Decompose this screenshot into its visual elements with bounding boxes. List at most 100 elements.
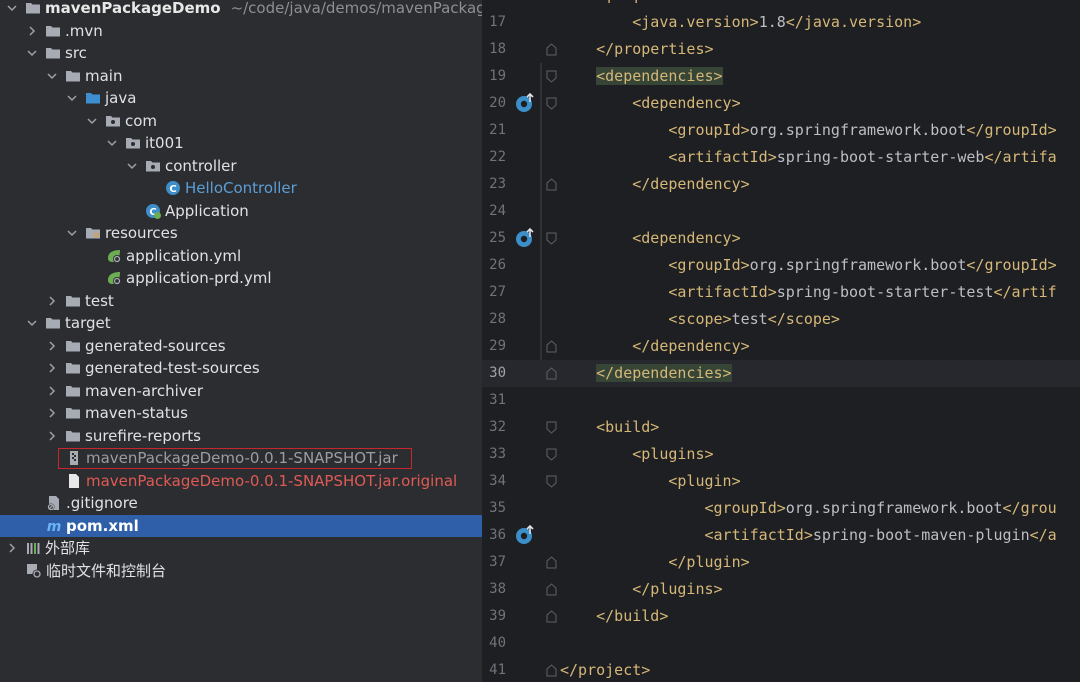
code-editor[interactable]: 17 <java.version>1.8</java.version> 18 </… bbox=[482, 0, 1080, 682]
tree-row-application-yml[interactable]: application.yml bbox=[0, 245, 482, 268]
code-text[interactable]: </dependencies> bbox=[560, 360, 732, 387]
code-line[interactable]: 21 <groupId>org.springframework.boot</gr… bbox=[482, 117, 1080, 144]
tree-row-test[interactable]: test bbox=[0, 290, 482, 313]
chevron-right-icon[interactable] bbox=[46, 385, 58, 397]
code-line[interactable]: 20 <dependency> bbox=[482, 90, 1080, 117]
code-text[interactable]: <groupId>org.springframework.boot</group… bbox=[560, 252, 1056, 279]
code-text[interactable]: <artifactId>spring-boot-maven-plugin</a bbox=[560, 522, 1057, 549]
tree-row-generated-test-sources[interactable]: generated-test-sources bbox=[0, 357, 482, 380]
code-text[interactable]: <plugins> bbox=[560, 441, 713, 468]
code-line[interactable]: 34 <plugin> bbox=[482, 468, 1080, 495]
code-line[interactable]: 37 </plugin> bbox=[482, 549, 1080, 576]
code-text[interactable]: <groupId>org.springframework.boot</group… bbox=[560, 117, 1056, 144]
code-line[interactable]: 41 </project> bbox=[482, 657, 1080, 682]
fold-marker-icon[interactable] bbox=[546, 556, 557, 569]
fold-marker-icon[interactable] bbox=[546, 178, 557, 191]
tree-row-snapshot-jar-original[interactable]: mavenPackageDemo-0.0.1-SNAPSHOT.jar.orig… bbox=[0, 470, 482, 493]
code-line[interactable]: 36 <artifactId>spring-boot-maven-plugin<… bbox=[482, 522, 1080, 549]
fold-marker-icon[interactable] bbox=[546, 421, 557, 434]
fold-marker-icon[interactable] bbox=[546, 664, 557, 677]
code-line[interactable]: 35 <groupId>org.springframework.boot</gr… bbox=[482, 495, 1080, 522]
tree-row-surefire-reports[interactable]: surefire-reports bbox=[0, 425, 482, 448]
code-line[interactable]: 22 <artifactId>spring-boot-starter-web</… bbox=[482, 144, 1080, 171]
chevron-down-icon[interactable] bbox=[126, 160, 138, 172]
fold-marker-icon[interactable] bbox=[546, 583, 557, 596]
code-text[interactable]: </plugins> bbox=[560, 576, 722, 603]
code-line[interactable]: 30 </dependencies> bbox=[482, 360, 1080, 387]
code-line[interactable]: 24 bbox=[482, 198, 1080, 225]
chevron-down-icon[interactable] bbox=[26, 317, 38, 329]
tree-row-pom[interactable]: m pom.xml bbox=[0, 514, 482, 537]
code-line[interactable]: 17 <java.version>1.8</java.version> bbox=[482, 9, 1080, 36]
chevron-right-icon[interactable] bbox=[6, 542, 18, 554]
code-line[interactable]: 33 <plugins> bbox=[482, 441, 1080, 468]
code-line[interactable]: 25 <dependency> bbox=[482, 225, 1080, 252]
code-text[interactable]: </properties> bbox=[560, 36, 713, 63]
tree-row-root[interactable]: mavenPackageDemo ~/code/java/demos/maven… bbox=[0, 0, 482, 20]
fold-marker-icon[interactable] bbox=[546, 448, 557, 461]
code-line[interactable]: 23 </dependency> bbox=[482, 171, 1080, 198]
tree-row-application-prd-yml[interactable]: application-prd.yml bbox=[0, 267, 482, 290]
code-text[interactable]: </dependency> bbox=[560, 171, 749, 198]
code-text[interactable]: <dependency> bbox=[560, 225, 740, 252]
chevron-down-icon[interactable] bbox=[86, 115, 98, 127]
code-text[interactable]: <dependencies> bbox=[560, 63, 723, 90]
tree-row-target[interactable]: target bbox=[0, 312, 482, 335]
code-line[interactable]: 28 <scope>test</scope> bbox=[482, 306, 1080, 333]
tree-row-maven-status[interactable]: maven-status bbox=[0, 402, 482, 425]
chevron-down-icon[interactable] bbox=[6, 2, 18, 14]
tree-row-java[interactable]: java bbox=[0, 87, 482, 110]
code-line[interactable]: 26 <groupId>org.springframework.boot</gr… bbox=[482, 252, 1080, 279]
tree-row-main[interactable]: main bbox=[0, 65, 482, 88]
code-text[interactable]: <artifactId>spring-boot-starter-test</ar… bbox=[560, 279, 1056, 306]
code-line[interactable]: 38 </plugins> bbox=[482, 576, 1080, 603]
code-line[interactable]: 39 </build> bbox=[482, 603, 1080, 630]
tree-row-resources[interactable]: resources bbox=[0, 222, 482, 245]
code-line[interactable]: 27 <artifactId>spring-boot-starter-test<… bbox=[482, 279, 1080, 306]
fold-marker-icon[interactable] bbox=[546, 70, 557, 83]
fold-marker-icon[interactable] bbox=[546, 232, 557, 245]
code-text[interactable]: <scope>test</scope> bbox=[560, 306, 840, 333]
code-text[interactable]: </build> bbox=[560, 603, 668, 630]
code-text[interactable]: <plugin> bbox=[560, 468, 740, 495]
chevron-right-icon[interactable] bbox=[46, 407, 58, 419]
code-text[interactable]: <artifactId>spring-boot-starter-web</art… bbox=[560, 144, 1056, 171]
tree-row-application[interactable]: C Application bbox=[0, 200, 482, 223]
override-gutter-icon[interactable] bbox=[514, 227, 536, 249]
fold-marker-icon[interactable] bbox=[546, 340, 557, 353]
fold-marker-icon[interactable] bbox=[546, 610, 557, 623]
tree-row-scratches[interactable]: 临时文件和控制台 bbox=[0, 560, 482, 583]
fold-marker-icon[interactable] bbox=[546, 475, 557, 488]
chevron-right-icon[interactable] bbox=[46, 430, 58, 442]
chevron-right-icon[interactable] bbox=[46, 362, 58, 374]
chevron-down-icon[interactable] bbox=[46, 70, 58, 82]
chevron-down-icon[interactable] bbox=[26, 47, 38, 59]
chevron-right-icon[interactable] bbox=[46, 340, 58, 352]
code-line[interactable]: 18 </properties> bbox=[482, 36, 1080, 63]
override-gutter-icon[interactable] bbox=[514, 524, 536, 546]
code-text[interactable]: <java.version>1.8</java.version> bbox=[560, 9, 921, 36]
tree-row-it001[interactable]: it001 bbox=[0, 132, 482, 155]
code-text[interactable]: </plugin> bbox=[560, 549, 749, 576]
tree-row-hello-controller[interactable]: C HelloController bbox=[0, 177, 482, 200]
code-line[interactable]: 40 bbox=[482, 630, 1080, 657]
chevron-down-icon[interactable] bbox=[66, 92, 78, 104]
chevron-right-icon[interactable] bbox=[46, 295, 58, 307]
tree-row-generated-sources[interactable]: generated-sources bbox=[0, 335, 482, 358]
code-text[interactable]: <dependency> bbox=[560, 90, 740, 117]
code-text[interactable]: </dependency> bbox=[560, 333, 749, 360]
code-line[interactable]: 19 <dependencies> bbox=[482, 63, 1080, 90]
chevron-right-icon[interactable] bbox=[26, 25, 38, 37]
code-text[interactable]: <build> bbox=[560, 414, 659, 441]
fold-marker-icon[interactable] bbox=[546, 97, 557, 110]
chevron-down-icon[interactable] bbox=[66, 227, 78, 239]
fold-marker-icon[interactable] bbox=[546, 43, 557, 56]
code-line[interactable]: 32 <build> bbox=[482, 414, 1080, 441]
tree-row-maven-archiver[interactable]: maven-archiver bbox=[0, 380, 482, 403]
code-line[interactable]: 31 bbox=[482, 387, 1080, 414]
tree-row-mvn[interactable]: .mvn bbox=[0, 20, 482, 43]
tree-row-gitignore[interactable]: .gitignore bbox=[0, 492, 482, 515]
tree-row-controller[interactable]: controller bbox=[0, 155, 482, 178]
tree-row-com[interactable]: com bbox=[0, 110, 482, 133]
code-line[interactable]: 29 </dependency> bbox=[482, 333, 1080, 360]
